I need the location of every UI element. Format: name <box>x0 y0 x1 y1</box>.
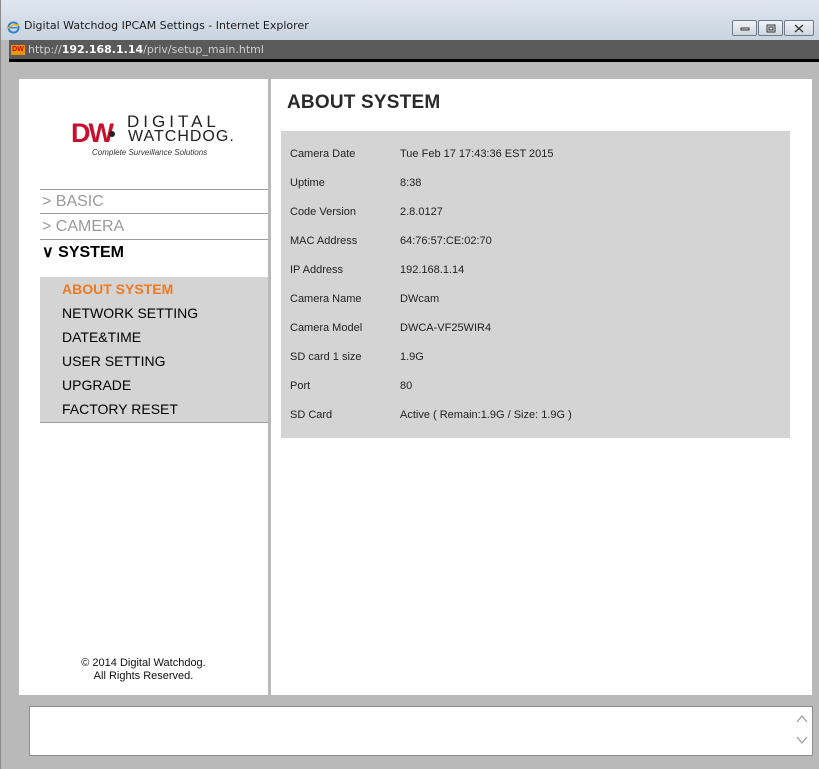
info-row-camera-model: Camera Model DWCA-VF25WIR4 <box>281 322 790 342</box>
info-row-ip-address: IP Address 192.168.1.14 <box>281 264 790 284</box>
info-value: 8:38 <box>400 177 422 189</box>
info-label: Port <box>290 380 311 392</box>
brand-logo: DW DIGITAL WATCHDOG. Complete Surveillan… <box>19 79 268 189</box>
info-row-mac-address: MAC Address 64:76:57:CE:02:70 <box>281 235 790 255</box>
page-content: DW DIGITAL WATCHDOG. Complete Surveillan… <box>9 65 819 769</box>
nav-item-user-setting[interactable]: USER SETTING <box>62 353 165 369</box>
info-label: SD card 1 size <box>290 351 362 363</box>
window-title: Digital Watchdog IPCAM Settings - Intern… <box>24 19 309 32</box>
title-bar: Digital Watchdog IPCAM Settings - Intern… <box>1 0 819 40</box>
info-label: Camera Date <box>290 148 356 160</box>
nav-section-camera[interactable]: > CAMERA <box>40 215 268 240</box>
browser-window: Digital Watchdog IPCAM Settings - Intern… <box>0 0 819 769</box>
nav-section-basic[interactable]: > BASIC <box>40 189 268 214</box>
info-value: 2.8.0127 <box>400 206 443 218</box>
svg-text:DW: DW <box>71 118 114 145</box>
info-value: 1.9G <box>400 351 424 363</box>
logo-tagline: Complete Surveillance Solutions <box>92 148 208 157</box>
nav-item-date-time[interactable]: DATE&TIME <box>62 329 141 345</box>
info-value: 64:76:57:CE:02:70 <box>400 235 492 247</box>
logo-watchdog-text: WATCHDOG. <box>128 128 235 145</box>
close-icon <box>794 24 804 32</box>
nav-item-factory-reset[interactable]: FACTORY RESET <box>62 401 178 417</box>
scroll-up-icon[interactable] <box>796 714 808 724</box>
url-text[interactable]: http://192.168.1.14/priv/setup_main.html <box>28 43 264 56</box>
scroll-down-icon[interactable] <box>796 735 808 745</box>
nav-item-upgrade[interactable]: UPGRADE <box>62 377 131 393</box>
info-row-code-version: Code Version 2.8.0127 <box>281 206 790 226</box>
info-row-port: Port 80 <box>281 380 790 400</box>
info-value: 80 <box>400 380 413 392</box>
maximize-button[interactable] <box>758 20 783 36</box>
info-row-uptime: Uptime 8:38 <box>281 177 790 197</box>
nav-section-system[interactable]: ∨ SYSTEM <box>40 241 268 266</box>
copyright-text: © 2014 Digital Watchdog. All Rights Rese… <box>81 657 206 682</box>
info-value: DWcam <box>400 293 440 305</box>
info-label: MAC Address <box>290 235 358 247</box>
dw-logo-icon: DW <box>71 118 115 145</box>
internet-explorer-icon <box>7 21 20 34</box>
info-value: DWCA-VF25WIR4 <box>400 322 492 334</box>
info-value: Tue Feb 17 17:43:36 EST 2015 <box>400 148 554 160</box>
main-panel: ABOUT SYSTEM Camera Date Tue Feb 17 17:4… <box>271 79 812 695</box>
info-value: 192.168.1.14 <box>400 264 465 276</box>
info-label: SD Card <box>290 409 333 421</box>
info-label: Camera Name <box>290 293 362 305</box>
info-row-sd-card: SD Card Active ( Remain:1.9G / Size: 1.9… <box>281 409 790 429</box>
info-label: Code Version <box>290 206 357 218</box>
minimize-icon <box>740 27 749 31</box>
nav-item-about-system[interactable]: ABOUT SYSTEM <box>62 281 173 297</box>
info-row-sd-card-size: SD card 1 size 1.9G <box>281 351 790 371</box>
info-row-camera-name: Camera Name DWcam <box>281 293 790 313</box>
page-title: ABOUT SYSTEM <box>287 92 441 113</box>
system-submenu: ABOUT SYSTEM NETWORK SETTING DATE&TIME U… <box>40 277 268 423</box>
minimize-button[interactable] <box>732 20 757 36</box>
status-text-area[interactable] <box>29 706 813 756</box>
address-bar[interactable]: DW http://192.168.1.14/priv/setup_main.h… <box>9 40 819 62</box>
system-info-table: Camera Date Tue Feb 17 17:43:36 EST 2015… <box>281 131 790 438</box>
info-label: Uptime <box>290 177 325 189</box>
site-favicon: DW <box>11 45 25 55</box>
maximize-icon <box>766 24 775 32</box>
info-label: Camera Model <box>290 322 363 334</box>
info-row-camera-date: Camera Date Tue Feb 17 17:43:36 EST 2015 <box>281 148 790 168</box>
nav-item-network-setting[interactable]: NETWORK SETTING <box>62 305 198 321</box>
close-button[interactable] <box>784 20 814 36</box>
info-label: IP Address <box>290 264 343 276</box>
sidebar: DW DIGITAL WATCHDOG. Complete Surveillan… <box>19 79 268 695</box>
info-value: Active ( Remain:1.9G / Size: 1.9G ) <box>400 409 572 421</box>
